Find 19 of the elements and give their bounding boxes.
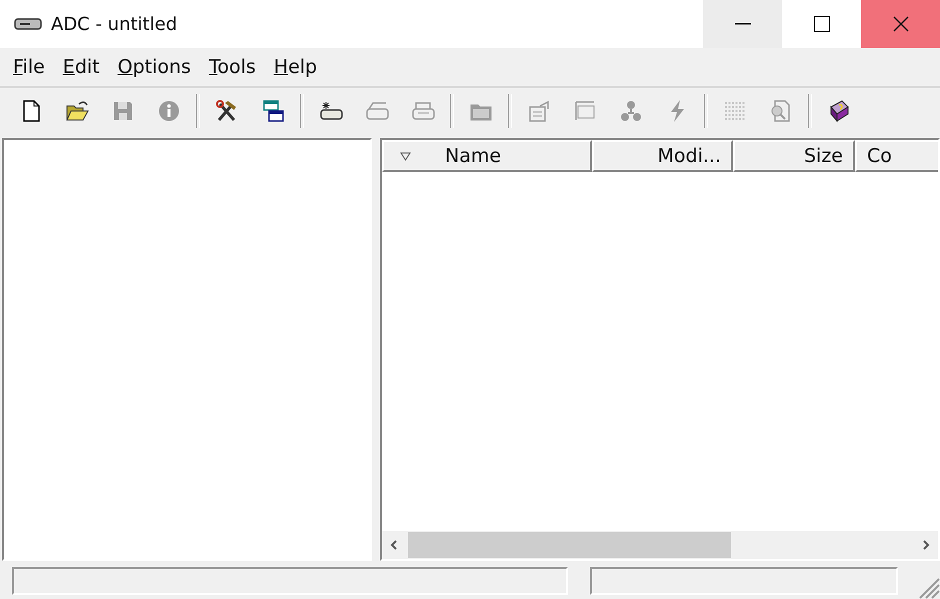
column-header[interactable]: Modi... — [592, 140, 733, 172]
app-drive-icon — [14, 17, 42, 31]
column-header[interactable]: Name — [382, 140, 592, 172]
menu-item[interactable]: Tools — [200, 56, 265, 78]
sort-icon — [400, 152, 411, 160]
menu-item[interactable]: File — [4, 56, 54, 78]
maximize-icon — [814, 16, 830, 32]
column-header[interactable]: Size — [733, 140, 855, 172]
window-title: ADC - untitled — [51, 14, 178, 34]
menu-item[interactable]: Edit — [54, 56, 109, 78]
tree-icon — [618, 98, 644, 124]
horizontal-scrollbar[interactable] — [382, 531, 938, 559]
menu-item[interactable]: Help — [264, 56, 326, 78]
minimize-icon — [734, 23, 750, 25]
info-icon — [156, 98, 182, 124]
column-header[interactable]: Co — [855, 140, 938, 172]
menu-item[interactable]: Options — [108, 56, 200, 78]
scrollbar-thumb[interactable] — [408, 532, 731, 558]
close-icon — [892, 16, 908, 32]
